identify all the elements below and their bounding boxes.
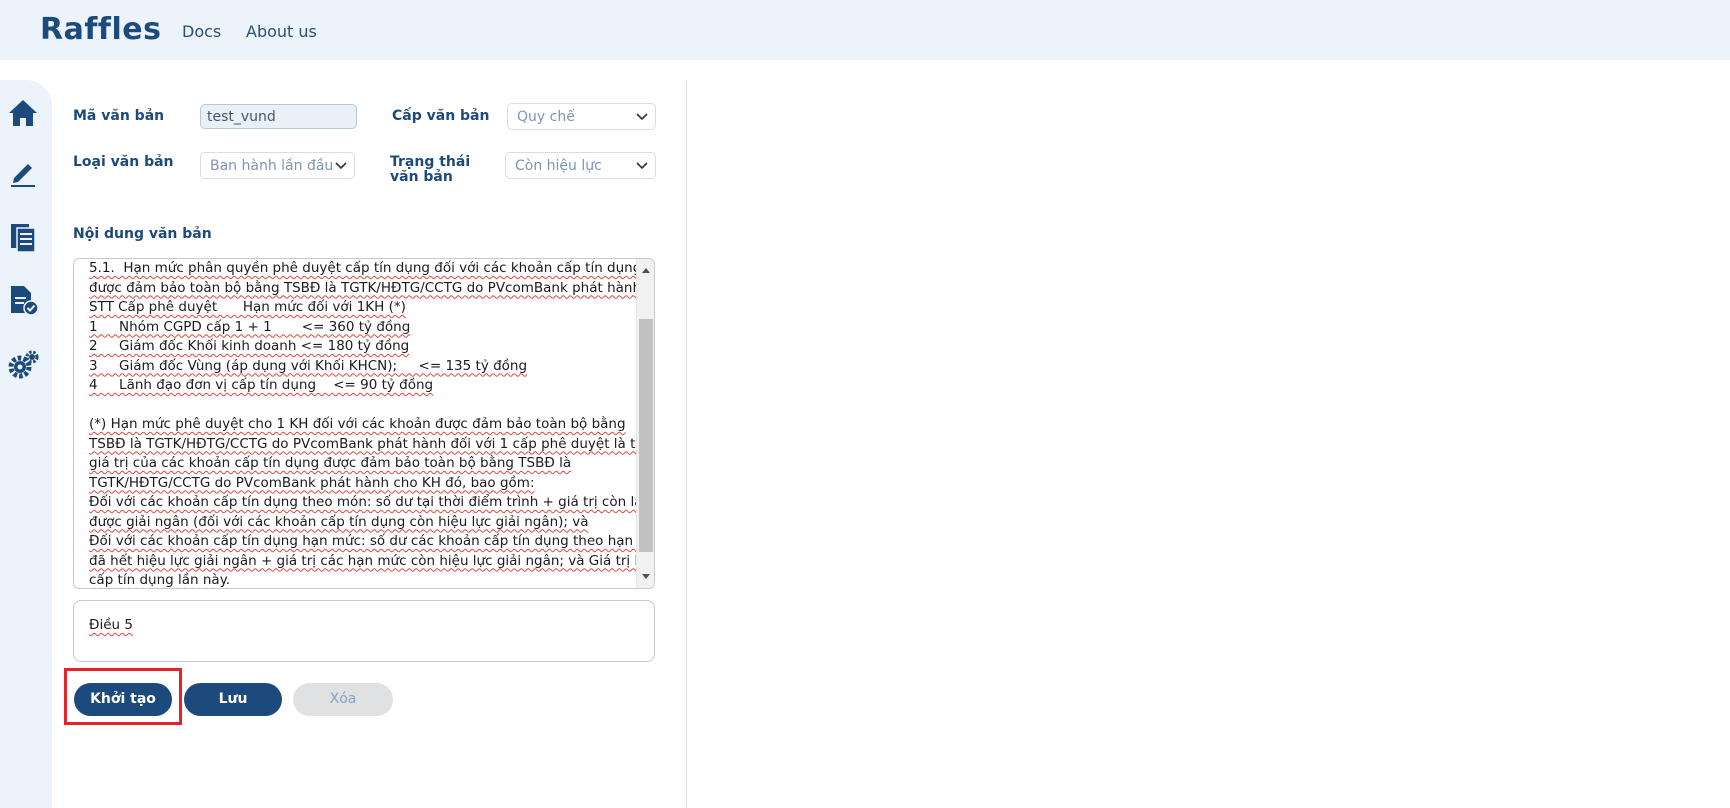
section-title-input[interactable]: Điều 5 — [73, 600, 655, 662]
home-icon[interactable] — [6, 96, 40, 130]
content-line: TGTK/HĐTG/CCTG do PVcomBank phát hành ch… — [89, 474, 535, 491]
content-line — [89, 396, 654, 416]
noi-dung-text: 5.1. Hạn mức phân quyền phê duyệt cấp tí… — [89, 259, 655, 588]
edit-icon[interactable] — [6, 156, 40, 190]
scroll-thumb[interactable] — [639, 319, 653, 552]
sidebar — [0, 80, 52, 808]
settings-icon[interactable] — [6, 348, 40, 382]
cap-van-ban-select[interactable]: Quy chế — [507, 103, 656, 130]
content-line: TSBĐ là TGTK/HĐTG/CCTG do PVcomBank phát… — [89, 435, 655, 452]
content-line: 5.1. Hạn mức phân quyền phê duyệt cấp tí… — [89, 260, 642, 276]
chevron-down-icon — [335, 162, 347, 170]
content-line: đã hết hiệu lực giải ngân + giá trị các … — [89, 552, 655, 569]
content-line: được đảm bảo toàn bộ bằng TSBĐ là TGTK/H… — [89, 279, 642, 296]
highlight-box — [64, 668, 182, 725]
content-line: Đối với các khoản cấp tín dụng theo món:… — [89, 494, 647, 510]
content-line: cấp tín dụng lần này. — [89, 572, 231, 588]
content-line: 3 Giám đốc Vùng (áp dụng với Khối KHCN);… — [89, 357, 528, 374]
brand-logo[interactable]: Raffles — [40, 12, 161, 47]
textarea-scrollbar[interactable] — [636, 259, 654, 588]
loai-van-ban-select[interactable]: Ban hành lần đầu — [200, 152, 355, 179]
content-line: Đối với các khoản cấp tín dụng hạn mức: … — [89, 533, 655, 549]
loai-van-ban-value: Ban hành lần đầu — [210, 158, 334, 174]
section-title-text: Điều 5 — [89, 617, 133, 633]
ma-van-ban-input[interactable]: test_vund — [200, 104, 357, 129]
content-line: (*) Hạn mức phê duyệt cho 1 KH đối với c… — [89, 416, 626, 432]
document-check-icon[interactable] — [6, 283, 40, 317]
loai-van-ban-label: Loại văn bản — [73, 154, 174, 170]
noi-dung-textarea[interactable]: 5.1. Hạn mức phân quyền phê duyệt cấp tí… — [73, 258, 655, 589]
trang-thai-value: Còn hiệu lực — [515, 158, 602, 174]
nav-about-link[interactable]: About us — [246, 22, 317, 41]
content-line: 1 Nhóm CGPD cấp 1 + 1 <= 360 tỷ đồng — [89, 318, 411, 335]
content-line: giá trị của các khoản cấp tín dụng được … — [89, 455, 572, 471]
nav-docs-link[interactable]: Docs — [182, 22, 221, 41]
documents-icon[interactable] — [6, 220, 40, 254]
scroll-up-icon[interactable] — [641, 266, 651, 274]
content-line: 4 Lãnh đạo đơn vị cấp tín dụng <= 90 tỷ … — [89, 377, 434, 393]
trang-thai-select[interactable]: Còn hiệu lực — [505, 152, 656, 179]
cap-van-ban-label: Cấp văn bản — [392, 108, 490, 124]
chevron-down-icon — [636, 113, 648, 121]
content-line: 2 Giám đốc Khối kinh doanh <= 180 tỷ đồn… — [89, 338, 410, 354]
trang-thai-label: Trạng thái văn bản — [390, 154, 471, 185]
cap-van-ban-value: Quy chế — [517, 109, 575, 125]
chevron-down-icon — [636, 162, 648, 170]
scroll-down-icon[interactable] — [641, 573, 651, 581]
panel-divider — [686, 80, 687, 808]
ma-van-ban-label: Mã văn bản — [73, 108, 165, 124]
delete-button[interactable]: Xóa — [293, 683, 393, 716]
content-line: được giải ngân (đối với các khoản cấp tí… — [89, 513, 589, 530]
noi-dung-label: Nội dung văn bản — [73, 226, 212, 242]
top-navbar: Raffles Docs About us — [0, 0, 1730, 60]
save-button[interactable]: Lưu — [184, 683, 282, 716]
content-line: STT Cấp phê duyệt Hạn mức đối với 1KH (*… — [89, 299, 406, 315]
